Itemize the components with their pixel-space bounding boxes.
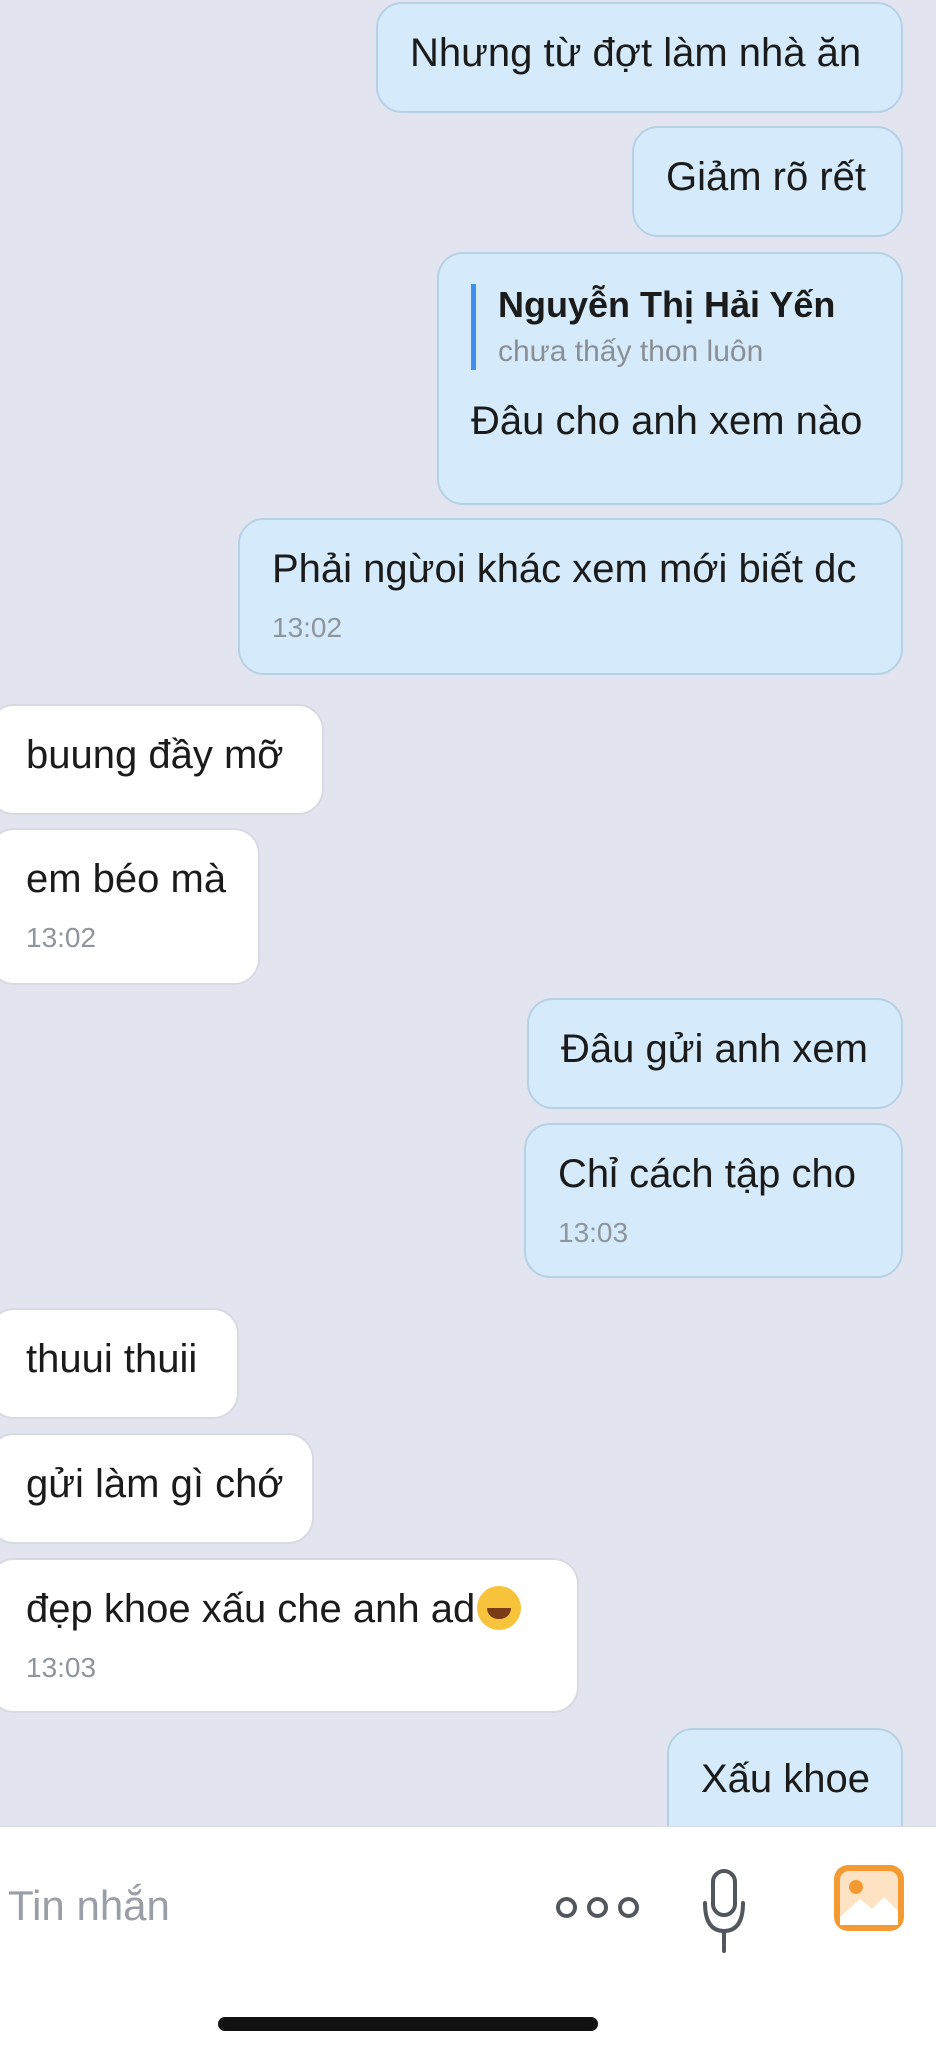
quoted-text: chưa thấy thon luôn bbox=[498, 335, 764, 368]
message-text: Nhưng từ đợt làm nhà ăn bbox=[410, 31, 862, 75]
outgoing-message[interactable]: Nhưng từ đợt làm nhà ăn bbox=[376, 2, 903, 113]
outgoing-message[interactable]: Xấu khoe bbox=[667, 1728, 903, 1826]
rolling-on-floor-laughing-emoji-icon bbox=[477, 1586, 522, 1630]
message-time: 13:02 bbox=[272, 612, 343, 643]
message-text: buung đầy mỡ bbox=[26, 733, 284, 777]
outgoing-reply-message[interactable]: Nguyễn Thị Hải Yến chưa thấy thon luôn Đ… bbox=[437, 252, 903, 505]
message-text: gửi làm gì chớ bbox=[26, 1462, 284, 1506]
outgoing-message[interactable]: Đâu gửi anh xem bbox=[527, 998, 903, 1109]
incoming-message[interactable]: buung đầy mỡ bbox=[0, 704, 324, 815]
image-icon[interactable] bbox=[834, 1865, 904, 1931]
message-input[interactable] bbox=[6, 1875, 510, 1937]
chat-area[interactable]: Nhưng từ đợt làm nhà ăn Giảm rõ rết Nguy… bbox=[0, 0, 936, 1826]
message-text: Đâu cho anh xem nào bbox=[471, 399, 863, 443]
message-text: Chỉ cách tập cho bbox=[558, 1152, 856, 1196]
outgoing-message[interactable]: Chỉ cách tập cho 13:03 bbox=[524, 1123, 903, 1278]
microphone-icon[interactable] bbox=[700, 1867, 748, 1957]
quoted-sender-name: Nguyễn Thị Hải Yến bbox=[498, 284, 836, 325]
message-text: thuui thuii bbox=[26, 1337, 198, 1381]
message-text: Giảm rõ rết bbox=[666, 155, 867, 199]
more-icon[interactable] bbox=[556, 1889, 639, 1925]
incoming-message[interactable]: gửi làm gì chớ bbox=[0, 1433, 314, 1544]
message-text: em béo mà bbox=[26, 857, 227, 901]
message-text: đẹp khoe xấu che anh ad bbox=[26, 1587, 476, 1631]
message-text: Đâu gửi anh xem bbox=[561, 1027, 868, 1071]
message-composer bbox=[0, 1826, 936, 2049]
message-time: 13:03 bbox=[26, 1652, 97, 1683]
home-indicator bbox=[218, 2017, 598, 2031]
incoming-message[interactable]: đẹp khoe xấu che anh ad 13:03 bbox=[0, 1558, 579, 1713]
quoted-message[interactable]: Nguyễn Thị Hải Yến chưa thấy thon luôn bbox=[471, 284, 869, 370]
outgoing-message[interactable]: Phải ngừoi khác xem mới biết dc 13:02 bbox=[238, 518, 903, 675]
message-text: Xấu khoe bbox=[701, 1757, 871, 1801]
message-time: 13:02 bbox=[26, 922, 97, 953]
message-text: Phải ngừoi khác xem mới biết dc bbox=[272, 547, 857, 591]
message-time: 13:03 bbox=[558, 1217, 629, 1248]
outgoing-message[interactable]: Giảm rõ rết bbox=[632, 126, 903, 237]
incoming-message[interactable]: em béo mà 13:02 bbox=[0, 828, 260, 985]
incoming-message[interactable]: thuui thuii bbox=[0, 1308, 239, 1419]
